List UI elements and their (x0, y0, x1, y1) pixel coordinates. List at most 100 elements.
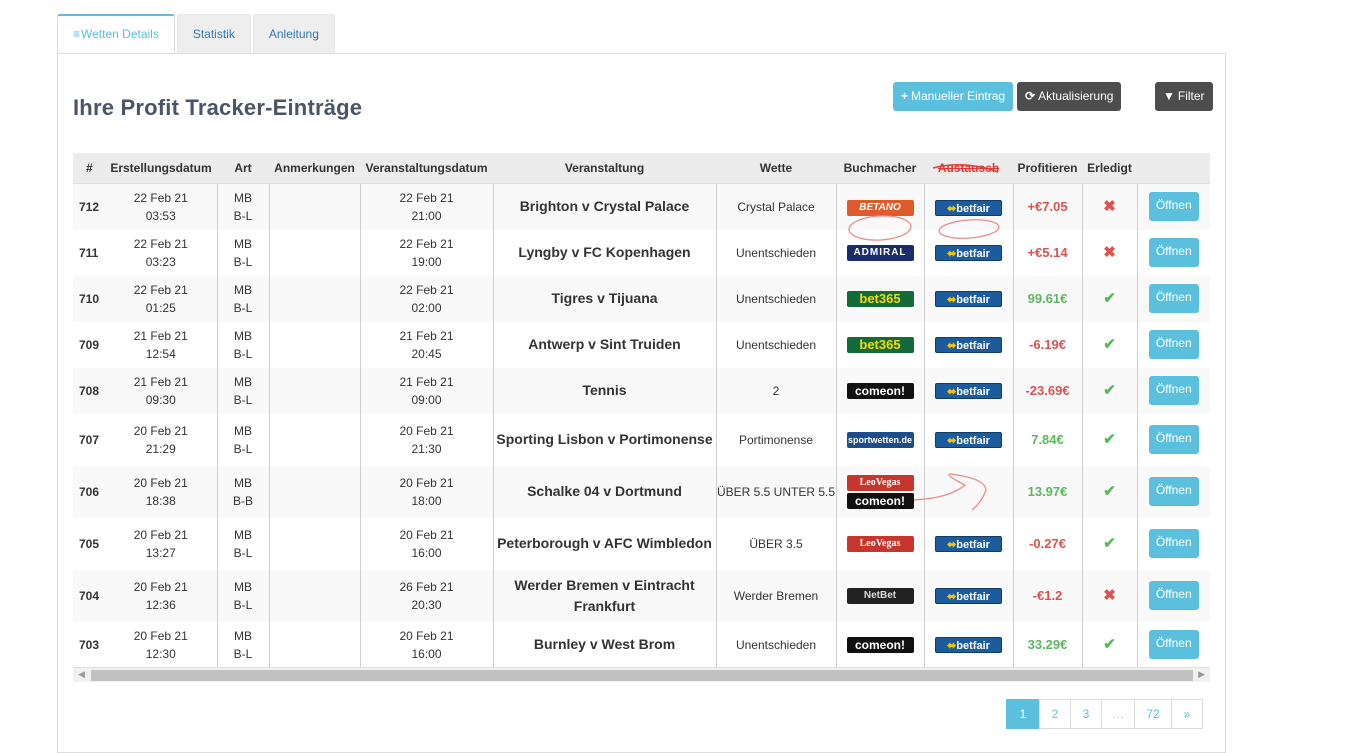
created-cell: 21 Feb 21 09:30 (105, 367, 217, 414)
open-button[interactable]: Öffnen (1148, 284, 1199, 313)
type-cell: MB B-L (216, 621, 269, 668)
profit-value: -€1.2 (1032, 587, 1063, 603)
bookmaker-cell: BETANO (835, 183, 924, 230)
page-button-2[interactable]: 2 (1039, 699, 1071, 729)
action-cell: Öffnen (1136, 465, 1210, 518)
type-cell: MB B-L (216, 413, 269, 466)
leovegas-logo: LeoVegas (846, 474, 914, 491)
notes-cell (268, 569, 360, 622)
leovegas-logo: LeoVegas (846, 536, 914, 553)
notes-cell (268, 229, 360, 276)
sportwetten-de-logo: sportwetten.de (846, 432, 914, 449)
cross-icon: ✖ (1103, 197, 1116, 215)
table-body: 712 22 Feb 21 03:53 MB B-L 22 Feb 21 21:00 Brig… (73, 183, 1210, 668)
col-header-done: Erledigt (1082, 153, 1137, 184)
notes-cell (268, 517, 360, 570)
page-button-3[interactable]: 3 (1070, 699, 1102, 729)
check-icon: ✔ (1103, 534, 1116, 552)
betfair-arrows-icon: ⬌ (947, 202, 957, 215)
netbet-logo: NetBet (846, 588, 914, 605)
profit-cell: +€5.14 (1012, 229, 1082, 276)
tab-wetten-details[interactable]: ≡Wetten Details (57, 14, 175, 54)
done-cell: ✖ (1081, 569, 1137, 622)
action-cell: Öffnen (1136, 413, 1210, 466)
open-button[interactable]: Öffnen (1148, 581, 1199, 610)
created-cell: 22 Feb 21 01:25 (105, 275, 217, 322)
exchange-cell: ⬌betfair (923, 413, 1013, 466)
refresh-button[interactable]: ⟳ Aktualisierung (1017, 82, 1122, 111)
open-button[interactable]: Öffnen (1148, 330, 1199, 359)
bet-cell: Crystal Palace (715, 183, 836, 230)
page-button-72[interactable]: 72 (1134, 699, 1172, 729)
profit-value: -6.19€ (1029, 336, 1066, 352)
col-header-bet: Wette (716, 153, 836, 184)
open-button[interactable]: Öffnen (1148, 376, 1199, 405)
notes-cell (268, 275, 360, 322)
table-row: 710 22 Feb 21 01:25 MB B-L 22 Feb 21 02:00 Tigr… (73, 275, 1210, 322)
col-header-id: # (73, 153, 105, 184)
scrollbar-thumb[interactable] (91, 670, 1193, 681)
event-date-cell: 21 Feb 21 09:00 (359, 367, 493, 414)
tab-statistik[interactable]: Statistik (176, 14, 251, 53)
exchange-cell: ⬌betfair (923, 229, 1013, 276)
plus-icon: + (901, 89, 909, 103)
bet-cell: Unentschieden (715, 229, 836, 276)
filter-button[interactable]: ▼ Filter (1155, 82, 1213, 111)
bookmaker-cell: LeoVegas comeon! (835, 465, 924, 518)
open-button[interactable]: Öffnen (1148, 477, 1199, 506)
created-cell: 20 Feb 21 21:29 (105, 413, 217, 466)
manual-entry-button[interactable]: + Manueller Eintrag (893, 82, 1014, 111)
bookmaker-cell: comeon! (835, 367, 924, 414)
done-cell: ✔ (1081, 367, 1137, 414)
betfair-logo: ⬌betfair (935, 432, 1002, 449)
exchange-cell: ⬌betfair (923, 275, 1013, 322)
event-cell: Antwerp v Sint Truiden (492, 321, 716, 368)
bet-cell: Portimonense (715, 413, 836, 466)
open-button[interactable]: Öffnen (1148, 238, 1199, 267)
comeon-logo: comeon! (846, 492, 914, 509)
cross-icon: ✖ (1103, 586, 1116, 604)
type-cell: MB B-L (216, 367, 269, 414)
comeon-logo: comeon! (846, 637, 914, 654)
bookmaker-cell: bet365 (835, 321, 924, 368)
profit-cell: -6.19€ (1012, 321, 1082, 368)
check-icon: ✔ (1103, 335, 1116, 353)
event-date-cell: 22 Feb 21 02:00 (359, 275, 493, 322)
bet-cell: Unentschieden (715, 621, 836, 668)
check-icon: ✔ (1103, 381, 1116, 399)
action-cell: Öffnen (1136, 517, 1210, 570)
profit-value: 33.29€ (1027, 636, 1068, 652)
next-page-button[interactable]: » (1171, 699, 1203, 729)
betfair-logo: ⬌betfair (935, 536, 1002, 553)
open-button[interactable]: Öffnen (1148, 425, 1199, 454)
open-button[interactable]: Öffnen (1148, 192, 1199, 222)
notes-cell (268, 465, 360, 518)
check-icon: ✔ (1103, 482, 1116, 500)
profit-value: +€5.14 (1027, 244, 1068, 260)
notes-cell (268, 367, 360, 414)
action-cell: Öffnen (1136, 183, 1210, 230)
scroll-left-icon[interactable]: ◀ (78, 669, 85, 680)
tab-anleitung[interactable]: Anleitung (252, 14, 335, 53)
refresh-icon: ⟳ (1025, 89, 1036, 103)
entries-table: # Erstellungsdatum Art Anmerkungen Veran… (73, 153, 1210, 668)
col-header-type: Art (217, 153, 269, 184)
betfair-arrows-icon: ⬌ (947, 640, 957, 653)
open-button[interactable]: Öffnen (1148, 529, 1199, 558)
list-icon: ≡ (73, 27, 81, 41)
exchange-cell: ⬌betfair (923, 367, 1013, 414)
row-id: 705 (73, 517, 105, 570)
bet-cell: ÜBER 3.5 (715, 517, 836, 570)
profit-value: 7.84€ (1031, 431, 1064, 447)
open-button[interactable]: Öffnen (1148, 630, 1199, 659)
horizontal-scrollbar[interactable]: ◀ ▶ (73, 667, 1210, 682)
scroll-right-icon[interactable]: ▶ (1198, 669, 1205, 680)
profit-cell: 99.61€ (1012, 275, 1082, 322)
done-cell: ✔ (1081, 413, 1137, 466)
page-button-1[interactable]: 1 (1006, 699, 1040, 729)
profit-cell: 7.84€ (1012, 413, 1082, 466)
notes-cell (268, 621, 360, 668)
done-cell: ✔ (1081, 517, 1137, 570)
notes-cell (268, 183, 360, 230)
notes-cell (268, 413, 360, 466)
